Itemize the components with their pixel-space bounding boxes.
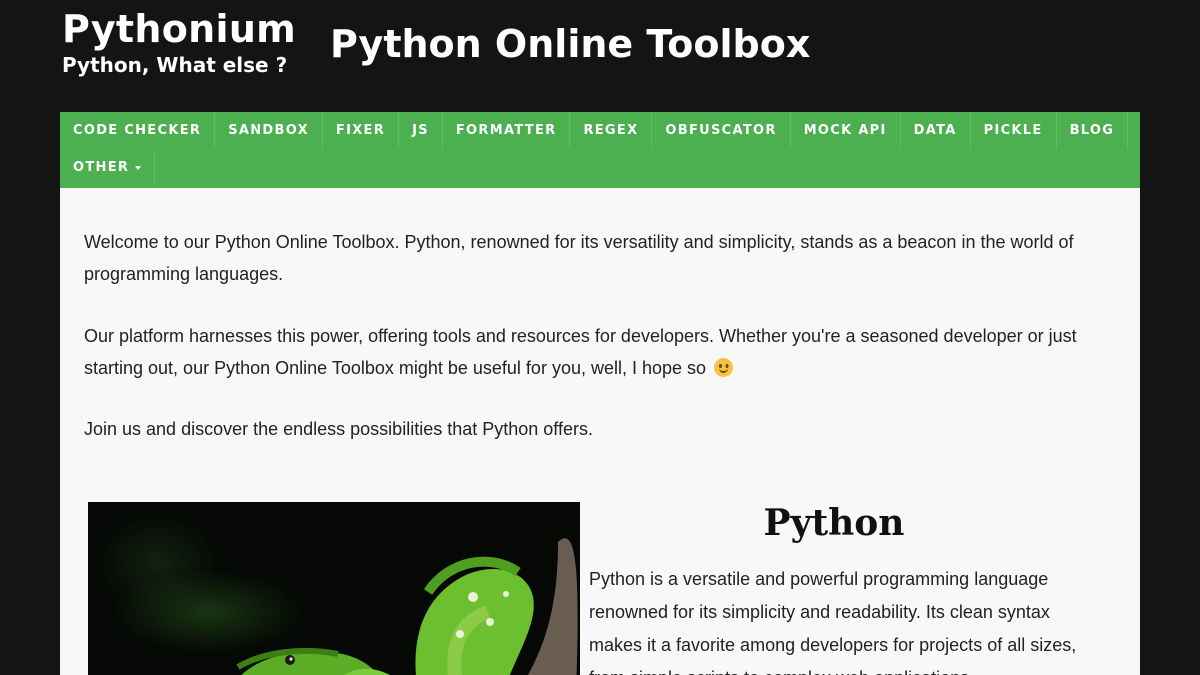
caret-down-icon bbox=[135, 165, 142, 170]
main-navigation: CODE CHECKER SANDBOX FIXER JS FORMATTER … bbox=[60, 112, 1140, 188]
nav-item-other-dropdown[interactable]: OTHER bbox=[60, 149, 156, 186]
python-section-text: Python is a versatile and powerful progr… bbox=[589, 569, 1077, 675]
intro-paragraph-1: Welcome to our Python Online Toolbox. Py… bbox=[84, 232, 1074, 284]
main-content: Welcome to our Python Online Toolbox. Py… bbox=[60, 188, 1140, 675]
brand-tagline: Python, What else ? bbox=[62, 53, 288, 77]
nav-item-code-checker[interactable]: CODE CHECKER bbox=[60, 112, 216, 149]
nav-row-1: CODE CHECKER SANDBOX FIXER JS FORMATTER … bbox=[60, 112, 1129, 149]
nav-item-data[interactable]: DATA bbox=[901, 112, 971, 149]
nav-item-blog[interactable]: BLOG bbox=[1057, 112, 1129, 149]
slightly-smiling-face-icon bbox=[714, 358, 734, 377]
nav-row-2: OTHER bbox=[60, 149, 156, 186]
nav-item-mock-api[interactable]: MOCK API bbox=[791, 112, 901, 149]
snake-illustration bbox=[236, 538, 578, 675]
nav-item-fixer[interactable]: FIXER bbox=[323, 112, 400, 149]
nav-item-sandbox[interactable]: SANDBOX bbox=[215, 112, 323, 149]
site-header: Pythonium Python, What else ? Python Onl… bbox=[0, 0, 1200, 112]
python-section-title: Python bbox=[763, 502, 905, 544]
brand-logo[interactable]: Pythonium Python, What else ? bbox=[62, 8, 296, 77]
nav-item-formatter[interactable]: FORMATTER bbox=[443, 112, 571, 149]
nav-item-obfuscator[interactable]: OBFUSCATOR bbox=[652, 112, 791, 149]
nav-item-js[interactable]: JS bbox=[399, 112, 443, 149]
nav-item-pickle[interactable]: PICKLE bbox=[971, 112, 1057, 149]
brand-name: Pythonium bbox=[62, 7, 297, 51]
page-title: Python Online Toolbox bbox=[330, 22, 811, 66]
intro-paragraph-3: Join us and discover the endless possibi… bbox=[84, 419, 593, 439]
intro-paragraph-2: Our platform harnesses this power, offer… bbox=[84, 320, 1104, 384]
intro-paragraph-2-text: Our platform harnesses this power, offer… bbox=[84, 326, 1077, 378]
nav-item-other-label: OTHER bbox=[73, 160, 130, 175]
python-snake-image bbox=[88, 502, 580, 675]
nav-item-regex[interactable]: REGEX bbox=[570, 112, 653, 149]
